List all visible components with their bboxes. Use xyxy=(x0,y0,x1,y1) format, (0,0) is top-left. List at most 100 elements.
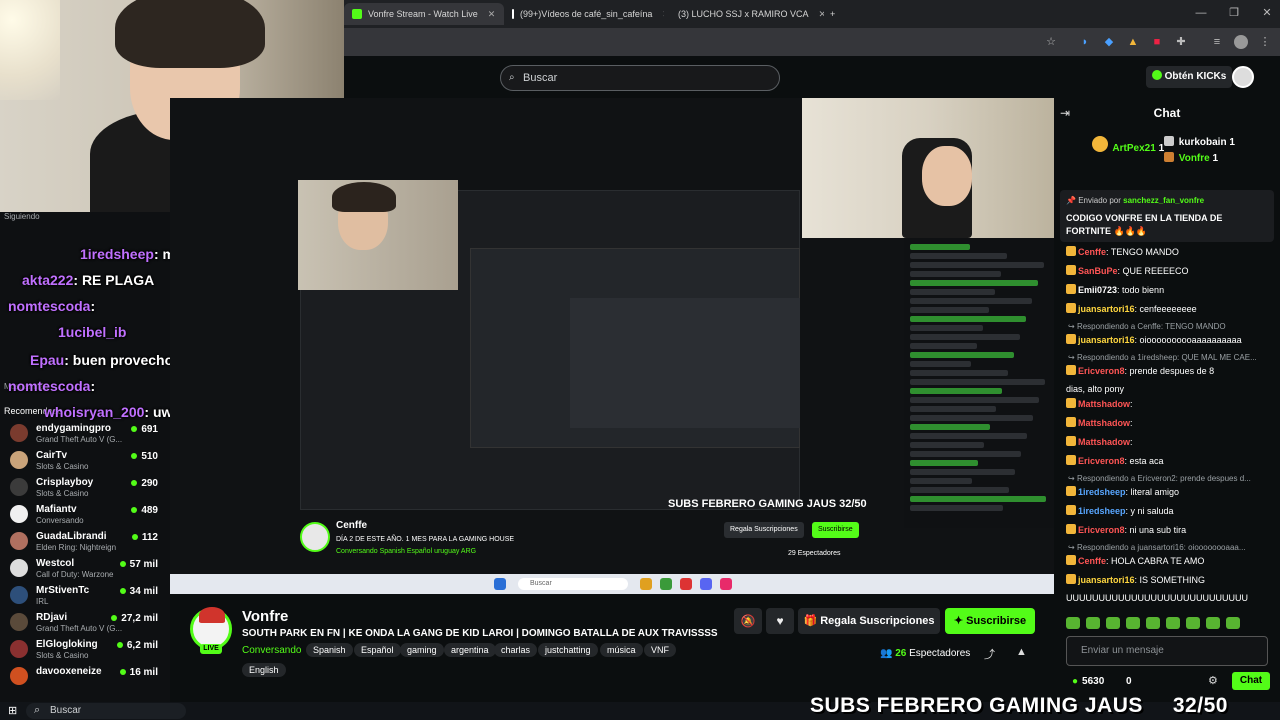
sidebar-item-guadalibrandi[interactable]: GuadaLibrandi Elden Ring: Nightreign 112 xyxy=(8,528,164,554)
emote-icon[interactable] xyxy=(1066,617,1080,629)
sidebar-item-elglogloking[interactable]: ElGlogloking Slots & Casino 6,2 mil xyxy=(8,636,164,662)
extension-icon[interactable]: ◗ xyxy=(1078,35,1092,49)
bookmark-star-icon[interactable]: ☆ xyxy=(1044,35,1058,49)
chat-username[interactable]: Ericveron8 xyxy=(1078,366,1125,376)
subscribe-button[interactable]: ✦ Suscribirse xyxy=(945,608,1035,634)
emote-icon[interactable] xyxy=(1206,617,1220,629)
tag[interactable]: charlas xyxy=(494,643,538,657)
emote-icon[interactable] xyxy=(1086,617,1100,629)
reply-context[interactable]: ↪ Respondiendo a juansartori16: oioooooo… xyxy=(1068,543,1274,552)
tag[interactable]: Español xyxy=(354,643,401,657)
tag[interactable]: Spanish xyxy=(306,643,353,657)
chat-message[interactable]: Cenffe: HOLA CABRA TE AMO xyxy=(1066,555,1272,566)
chat-username[interactable]: Mattshadow xyxy=(1078,418,1130,428)
chat-username[interactable]: juansartori16 xyxy=(1078,575,1135,585)
emote-icon[interactable] xyxy=(1126,617,1140,629)
minimize-icon[interactable]: — xyxy=(1194,6,1208,20)
chat-username[interactable]: Mattshadow xyxy=(1078,399,1130,409)
tab-tiktok[interactable]: (99+)Vídeos de café_sin_cafeína ✕ xyxy=(504,3,664,25)
tag[interactable]: English xyxy=(242,663,286,677)
taskbar-search[interactable]: Buscar xyxy=(26,702,186,719)
emote-icon[interactable] xyxy=(1226,617,1240,629)
chat-message[interactable]: 1iredsheep: literal amigo xyxy=(1066,486,1272,497)
close-icon[interactable]: ✕ xyxy=(488,3,496,25)
avatar[interactable] xyxy=(1232,66,1254,88)
tag[interactable]: justchatting xyxy=(538,643,598,657)
new-tab-button[interactable]: + xyxy=(822,3,842,25)
emote-icon[interactable] xyxy=(1186,617,1200,629)
chat-username[interactable]: Ericveron8 xyxy=(1078,456,1125,466)
tab-youtube[interactable]: (3) LUCHO SSJ x RAMIRO VCA ✕ xyxy=(664,3,824,25)
extension-icon[interactable]: ◆ xyxy=(1102,35,1116,49)
sidebar-item-cairtv[interactable]: CairTv Slots & Casino 510 xyxy=(8,447,164,473)
gifter-name[interactable]: ArtPex21 xyxy=(1112,143,1155,154)
tag[interactable]: gaming xyxy=(400,643,444,657)
chat-send-button[interactable]: Chat xyxy=(1232,672,1270,690)
chat-message[interactable]: juansartori16: IS SOMETHING xyxy=(1066,574,1272,585)
chat-message[interactable]: 1iredsheep: y ni saluda xyxy=(1066,505,1272,516)
menu-icon[interactable]: ⋮ xyxy=(1258,35,1272,49)
profile-icon[interactable] xyxy=(1234,35,1248,49)
sidebar-item-rdjavi[interactable]: RDjavi Grand Theft Auto V (G... 27,2 mil xyxy=(8,609,164,635)
chat-message[interactable]: Ericveron8: prende despues de 8 xyxy=(1066,365,1272,376)
chat-message[interactable]: Mattshadow: xyxy=(1066,436,1272,447)
chat-message[interactable]: dias, alto pony xyxy=(1066,384,1272,394)
chat-username[interactable]: 1iredsheep xyxy=(1078,506,1126,516)
extensions-puzzle-icon[interactable]: ✚ xyxy=(1174,35,1188,49)
sidebar-item-endygamingpro[interactable]: endygamingpro Grand Theft Auto V (G... 691 xyxy=(8,420,164,446)
chat-message[interactable]: Mattshadow: xyxy=(1066,398,1272,409)
chat-username[interactable]: juansartori16 xyxy=(1078,335,1135,345)
sidebar-item-mrstiventc[interactable]: MrStivenTc IRL 34 mil xyxy=(8,582,164,608)
tag[interactable]: argentina xyxy=(444,643,496,657)
chat-username[interactable]: Emii0723 xyxy=(1078,285,1117,295)
emote-icon[interactable] xyxy=(1166,617,1180,629)
get-kicks-button[interactable]: Obtén KICKs xyxy=(1146,66,1232,88)
share-icon[interactable]: ⤴ xyxy=(984,646,995,662)
close-window-icon[interactable]: ✕ xyxy=(1260,6,1274,20)
gifter-name[interactable]: kurkobain xyxy=(1179,137,1227,148)
emote-icon[interactable] xyxy=(1146,617,1160,629)
windows-icon[interactable]: ⊞ xyxy=(8,704,17,717)
sidebar-item-davooxeneize[interactable]: davooxeneize 16 mil xyxy=(8,663,164,689)
chat-input[interactable]: Enviar un mensaje xyxy=(1066,636,1268,666)
mute-notifications-button[interactable]: 🔕 xyxy=(734,608,762,634)
sidebar-item-westcol[interactable]: Westcol Call of Duty: Warzone 57 mil xyxy=(8,555,164,581)
gifter-name[interactable]: Vonfre xyxy=(1179,153,1210,164)
chat-username[interactable]: Cenffe xyxy=(1078,247,1106,257)
gear-icon[interactable]: ⚙ xyxy=(1208,674,1218,687)
chat-message[interactable]: UUUUUUUUUUUUUUUUUUUUUUUUUUUU xyxy=(1066,593,1272,603)
chat-message[interactable]: Ericveron8: esta aca xyxy=(1066,455,1272,466)
reply-context[interactable]: ↪ Respondiendo a 1iredsheep: QUE MAL ME … xyxy=(1068,353,1274,362)
chat-username[interactable]: SanBuPe xyxy=(1078,266,1118,276)
reply-context[interactable]: ↪ Respondiendo a Cenffe: TENGO MANDO xyxy=(1068,322,1274,331)
chat-message[interactable]: SanBuPe: QUE REEEECO xyxy=(1066,265,1272,276)
chat-username[interactable]: juansartori16 xyxy=(1078,304,1135,314)
reply-context[interactable]: ↪ Respondiendo a Ericveron2: prende desp… xyxy=(1068,474,1274,483)
sidebar-item-mafiantv[interactable]: Mafiantv Conversando 489 xyxy=(8,501,164,527)
gift-subs-button[interactable]: 🎁 Regala Suscripciones xyxy=(798,608,940,634)
pinned-message[interactable]: 📌 Enviado por sanchezz_fan_vonfre CODIGO… xyxy=(1060,190,1274,242)
chat-username[interactable]: Ericveron8 xyxy=(1078,525,1125,535)
restore-icon[interactable]: ❐ xyxy=(1227,6,1241,20)
chat-message[interactable]: Ericveron8: ni una sub tira xyxy=(1066,524,1272,535)
extension-icon[interactable]: ▲ xyxy=(1126,35,1140,49)
sidebar-item-crisplayboy[interactable]: Crisplayboy Slots & Casino 290 xyxy=(8,474,164,500)
chat-username[interactable]: 1iredsheep xyxy=(1078,487,1126,497)
search-input[interactable]: ⌕ Buscar xyxy=(500,65,780,91)
tab-list-icon[interactable]: ≡ xyxy=(1210,35,1224,49)
chat-message[interactable]: Cenffe: TENGO MANDO xyxy=(1066,246,1272,257)
chat-message[interactable]: juansartori16: oioooooooooaaaaaaaaaa xyxy=(1066,334,1272,345)
follow-button[interactable]: ♥ xyxy=(766,608,794,634)
emote-icon[interactable] xyxy=(1106,617,1120,629)
streamer-name[interactable]: Vonfre xyxy=(242,608,288,625)
chat-message[interactable]: juansartori16: cenfeeeeeeee xyxy=(1066,303,1272,314)
tag[interactable]: música xyxy=(600,643,643,657)
extension-icon[interactable]: ■ xyxy=(1150,35,1164,49)
chat-username[interactable]: Cenffe xyxy=(1078,556,1106,566)
chat-message[interactable]: Emii0723: todo bienn xyxy=(1066,284,1272,295)
category-link[interactable]: Conversando xyxy=(242,645,301,656)
chat-username[interactable]: Mattshadow xyxy=(1078,437,1130,447)
chat-message[interactable]: Mattshadow: xyxy=(1066,417,1272,428)
tab-vonfre[interactable]: Vonfre Stream - Watch Live ✕ xyxy=(344,3,504,25)
tag[interactable]: VNF xyxy=(644,643,676,657)
